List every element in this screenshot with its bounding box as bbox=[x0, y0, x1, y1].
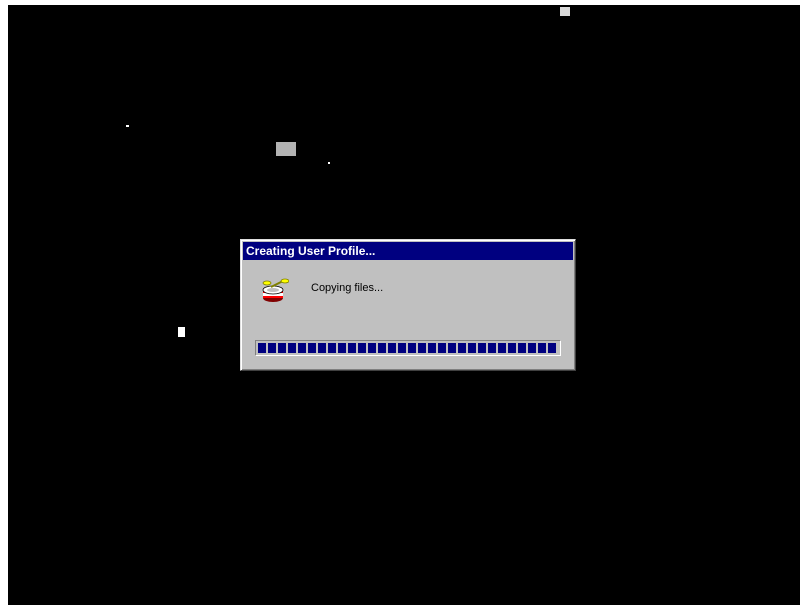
progress-segment bbox=[318, 343, 326, 353]
creating-user-profile-dialog: Creating User Profile... Copying files..… bbox=[240, 239, 576, 371]
progress-segment bbox=[498, 343, 506, 353]
progress-segment bbox=[358, 343, 366, 353]
progress-segment bbox=[548, 343, 556, 353]
progress-segment bbox=[308, 343, 316, 353]
progress-segment bbox=[338, 343, 346, 353]
progress-segment bbox=[468, 343, 476, 353]
progress-segment bbox=[408, 343, 416, 353]
profile-copy-icon bbox=[261, 278, 290, 304]
progress-segment bbox=[398, 343, 406, 353]
progress-segment bbox=[478, 343, 486, 353]
progress-segment bbox=[258, 343, 266, 353]
progress-segment bbox=[448, 343, 456, 353]
progress-segment bbox=[388, 343, 396, 353]
progress-bar bbox=[255, 340, 561, 356]
progress-segment bbox=[438, 343, 446, 353]
progress-segment bbox=[378, 343, 386, 353]
progress-segment bbox=[518, 343, 526, 353]
status-message: Copying files... bbox=[311, 282, 384, 294]
progress-segment bbox=[458, 343, 466, 353]
progress-bar-fill bbox=[258, 343, 558, 353]
screen-artifact bbox=[178, 327, 185, 337]
screen-artifact bbox=[126, 125, 129, 127]
progress-segment bbox=[298, 343, 306, 353]
progress-segment bbox=[508, 343, 516, 353]
progress-segment bbox=[288, 343, 296, 353]
screen-artifact bbox=[276, 142, 296, 156]
progress-segment bbox=[528, 343, 536, 353]
screen-artifact bbox=[560, 7, 570, 16]
progress-segment bbox=[418, 343, 426, 353]
progress-segment bbox=[348, 343, 356, 353]
screen-artifact bbox=[328, 162, 330, 164]
progress-segment bbox=[368, 343, 376, 353]
progress-segment bbox=[328, 343, 336, 353]
progress-segment bbox=[268, 343, 276, 353]
dialog-title: Creating User Profile... bbox=[243, 242, 573, 260]
progress-segment bbox=[278, 343, 286, 353]
progress-segment bbox=[488, 343, 496, 353]
desktop-background: Creating User Profile... Copying files..… bbox=[8, 5, 800, 605]
progress-segment bbox=[538, 343, 546, 353]
progress-segment bbox=[428, 343, 436, 353]
